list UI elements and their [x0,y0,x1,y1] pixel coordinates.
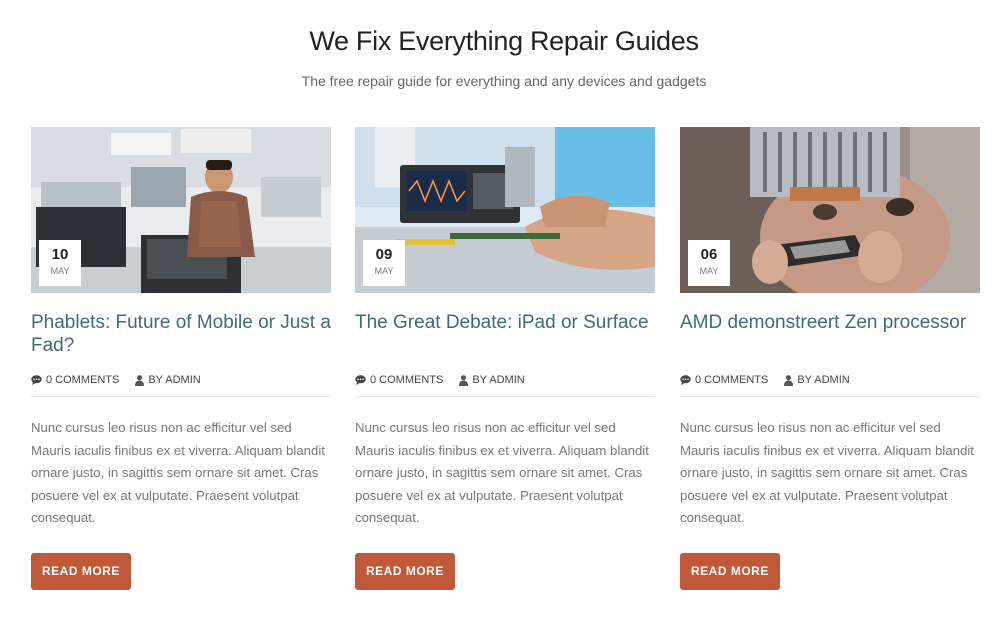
post-title-link[interactable]: Phablets: Future of Mobile or Just a Fad… [31,311,331,357]
post-excerpt: Nunc cursus leo risus non ac efficitur v… [31,420,325,526]
comments-count: 0 Comments [46,374,120,386]
post-meta: 0 Comments By Admin [31,370,331,397]
read-more-button[interactable]: Read More [31,553,131,590]
author-link[interactable]: By Admin [459,374,525,386]
comment-icon [31,375,42,385]
date-badge: 10 May [39,240,81,286]
date-month: May [50,266,70,276]
user-icon [459,374,469,386]
comments-count: 0 Comments [695,374,769,386]
comment-icon [680,375,691,385]
user-icon [135,374,145,386]
date-day: 09 [375,246,393,263]
read-more-button[interactable]: Read More [355,553,455,590]
comments-link[interactable]: 0 Comments [355,374,443,386]
post-title-link[interactable]: The Great Debate: iPad or Surface [355,311,655,357]
author-name: By Admin [148,374,201,386]
author-link[interactable]: By Admin [135,374,201,386]
author-link[interactable]: By Admin [784,374,850,386]
section-title: We Fix Everything Repair Guides [309,26,699,56]
post-card: 10 May Phablets: Future of Mobile or Jus… [31,127,331,590]
date-badge: 09 May [363,240,405,286]
author-name: By Admin [472,374,525,386]
section-subtitle: The free repair guide for everything and… [301,73,707,89]
comments-count: 0 Comments [370,374,444,386]
post-excerpt: Nunc cursus leo risus non ac efficitur v… [680,420,974,526]
user-icon [784,374,794,386]
author-name: By Admin [797,374,850,386]
date-day: 10 [51,246,69,263]
date-month: May [374,266,394,276]
date-day: 06 [700,246,718,263]
post-card: 06 May AMD demonstreert Zen processor 0 … [680,127,980,590]
post-image[interactable]: 06 May [680,127,980,293]
date-badge: 06 May [688,240,730,286]
comments-link[interactable]: 0 Comments [31,374,119,386]
post-meta: 0 Comments By Admin [680,370,980,397]
post-excerpt: Nunc cursus leo risus non ac efficitur v… [355,420,649,526]
post-card: 09 May The Great Debate: iPad or Surface… [355,127,655,590]
read-more-button[interactable]: Read More [680,553,780,590]
comments-link[interactable]: 0 Comments [680,374,768,386]
date-month: May [699,266,719,276]
post-image[interactable]: 10 May [31,127,331,293]
post-image[interactable]: 09 May [355,127,655,293]
comment-icon [355,375,366,385]
post-title-link[interactable]: AMD demonstreert Zen processor [680,311,980,357]
post-meta: 0 Comments By Admin [355,370,655,397]
